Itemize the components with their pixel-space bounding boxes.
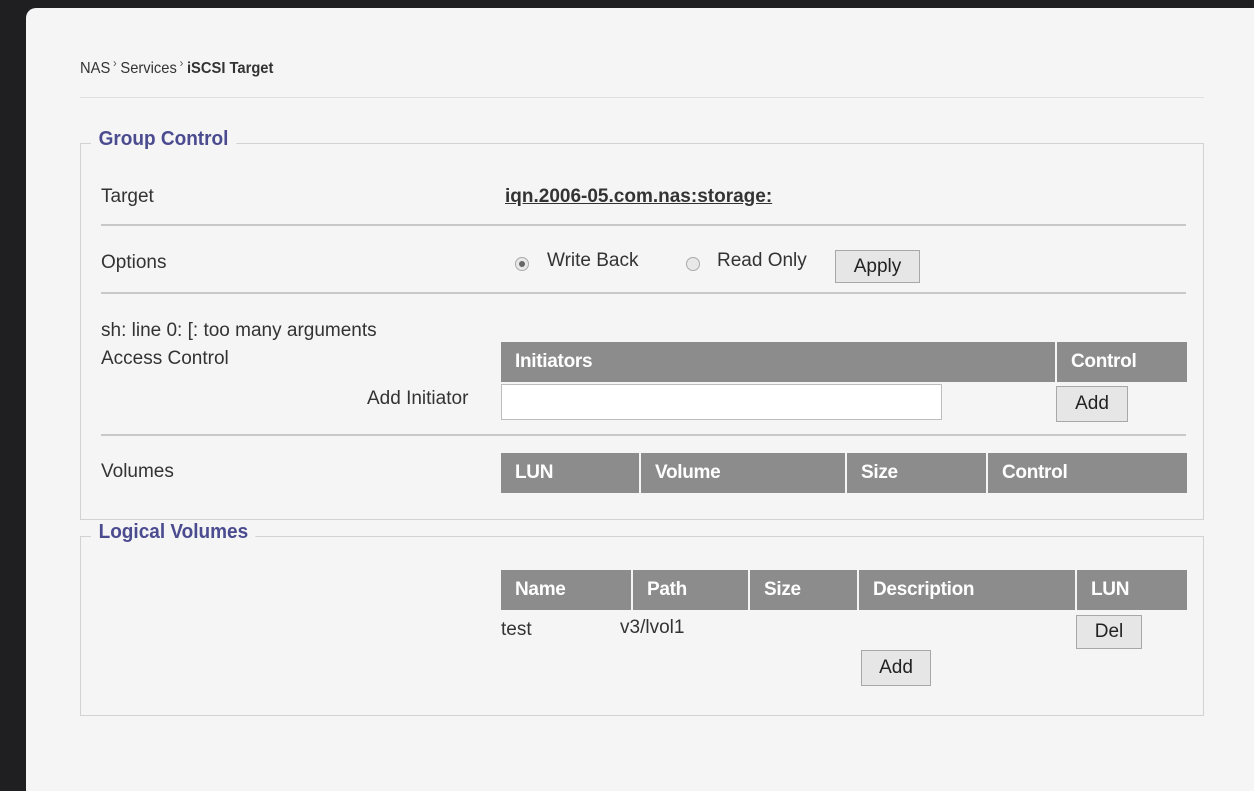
apply-button[interactable]: Apply (835, 250, 920, 283)
lv-path-cell: v3/lvol1 (620, 617, 685, 638)
write-back-radio[interactable] (515, 257, 529, 271)
logical-volumes-legend: Logical Volumes (91, 521, 256, 544)
breadcrumb: NAS › Services › iSCSI Target (80, 56, 273, 78)
options-label: Options (101, 252, 167, 273)
volumes-volume-header: Volume (641, 453, 847, 493)
volumes-label: Volumes (101, 461, 174, 482)
error-message: sh: line 0: [: too many arguments (101, 320, 377, 341)
write-back-label[interactable]: Write Back (547, 250, 639, 272)
read-only-label[interactable]: Read Only (717, 250, 807, 272)
add-volume-button[interactable]: Add (861, 650, 931, 686)
volumes-size-header: Size (847, 453, 988, 493)
lv-path-header: Path (633, 570, 750, 610)
group-control-legend: Group Control (91, 128, 237, 151)
breadcrumb-current: iSCSI Target (186, 60, 274, 77)
lv-name-header: Name (501, 570, 633, 610)
logical-volumes-panel: Logical Volumes Name Path Size Descripti… (80, 521, 1204, 716)
breadcrumb-separator-icon: › (179, 56, 184, 70)
page-content: NAS › Services › iSCSI Target Group Control … (26, 8, 1254, 791)
breadcrumb-divider (80, 97, 1204, 98)
group-control-panel: Group Control Target iqn.2006-05.com.nas… (80, 128, 1204, 520)
initiator-input[interactable] (501, 384, 942, 420)
breadcrumb-nas[interactable]: NAS (80, 60, 110, 77)
divider (101, 434, 1186, 436)
add-initiator-label: Add Initiator (367, 388, 469, 409)
lv-lun-header: LUN (1077, 570, 1187, 610)
add-initiator-button[interactable]: Add (1056, 386, 1128, 422)
volumes-lun-header: LUN (501, 453, 641, 493)
breadcrumb-services[interactable]: Services (120, 60, 176, 77)
divider (101, 224, 1186, 226)
lv-size-header: Size (750, 570, 859, 610)
access-control-header: Control (1057, 342, 1187, 382)
lv-name-cell: test (501, 619, 532, 640)
access-control-label: Access Control (101, 348, 229, 369)
divider (101, 292, 1186, 294)
delete-volume-button[interactable]: Del (1076, 615, 1142, 649)
lv-description-header: Description (859, 570, 1077, 610)
read-only-radio[interactable] (686, 257, 700, 271)
initiators-header: Initiators (501, 342, 1057, 382)
volumes-control-header: Control (988, 453, 1187, 493)
target-iqn-link[interactable]: iqn.2006-05.com.nas:storage: (505, 186, 772, 208)
target-label: Target (101, 186, 154, 207)
breadcrumb-separator-icon: › (113, 56, 117, 70)
